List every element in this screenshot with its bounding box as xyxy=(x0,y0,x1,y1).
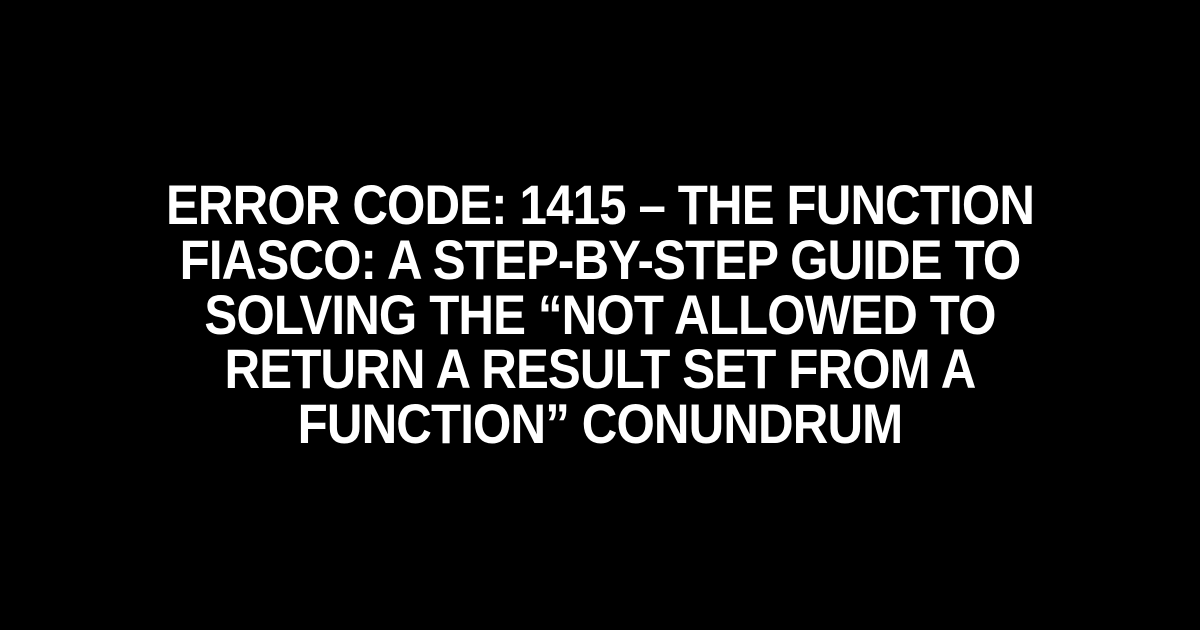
headline: Error Code: 1415 – The Function Fiasco: … xyxy=(72,178,1128,452)
